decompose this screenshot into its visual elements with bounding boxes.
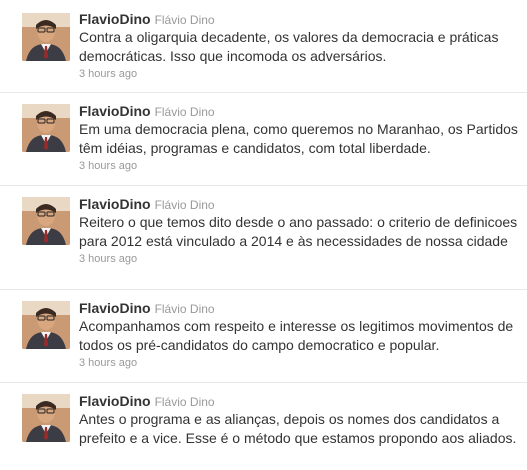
tweet-item: FlavioDino Flávio Dino Em uma democracia … <box>0 93 527 186</box>
tweet-content: FlavioDino Flávio Dino Reitero o que temo… <box>79 195 521 267</box>
screen-name-link[interactable]: FlavioDino <box>79 300 151 316</box>
timestamp-link[interactable]: 3 hours ago <box>79 252 521 267</box>
profile-photo-icon <box>22 13 70 61</box>
tweet-item: FlavioDino Flávio Dino Contra a oligarqui… <box>0 0 527 93</box>
tweet-text: Acompanhamos com respeito e interesse os… <box>79 318 514 353</box>
tweet-item: FlavioDino Flávio Dino Reitero o que temo… <box>0 186 527 290</box>
tweet-item: FlavioDino Flávio Dino Acompanhamos com r… <box>0 290 527 383</box>
profile-photo-icon <box>22 104 70 152</box>
tweet-content: FlavioDino Flávio Dino Antes o programa e… <box>79 392 521 448</box>
screen-name-link[interactable]: FlavioDino <box>79 103 151 119</box>
avatar[interactable] <box>22 394 70 442</box>
tweet-text: Em uma democracia plena, como queremos n… <box>79 121 518 156</box>
full-name: Flávio Dino <box>154 198 215 212</box>
profile-photo-icon <box>22 197 70 245</box>
avatar[interactable] <box>22 197 70 245</box>
timestamp-link[interactable]: 3 hours ago <box>79 67 521 82</box>
timestamp-link[interactable]: 3 hours ago <box>79 356 521 371</box>
profile-photo-icon <box>22 394 70 442</box>
tweet-text: Contra a oligarquia decadente, os valore… <box>79 29 499 64</box>
tweet-content: FlavioDino Flávio Dino Acompanhamos com r… <box>79 299 521 371</box>
tweet-header: FlavioDino Flávio Dino <box>79 392 521 410</box>
tweet-content: FlavioDino Flávio Dino Contra a oligarqui… <box>79 10 521 82</box>
full-name: Flávio Dino <box>154 105 215 119</box>
tweet-header: FlavioDino Flávio Dino <box>79 102 521 120</box>
full-name: Flávio Dino <box>154 395 215 409</box>
tweet-header: FlavioDino Flávio Dino <box>79 299 521 317</box>
tweet-content: FlavioDino Flávio Dino Em uma democracia … <box>79 102 521 174</box>
tweet-text: Reitero o que temos dito desde o ano pas… <box>79 214 518 249</box>
avatar[interactable] <box>22 13 70 61</box>
tweet-item: FlavioDino Flávio Dino Antes o programa e… <box>0 383 527 470</box>
tweet-header: FlavioDino Flávio Dino <box>79 10 521 28</box>
full-name: Flávio Dino <box>154 13 215 27</box>
timestamp-link[interactable]: 3 hours ago <box>79 159 521 174</box>
avatar[interactable] <box>22 104 70 152</box>
full-name: Flávio Dino <box>154 302 215 316</box>
screen-name-link[interactable]: FlavioDino <box>79 11 151 27</box>
tweet-timeline: FlavioDino Flávio Dino Contra a oligarqui… <box>0 0 527 470</box>
tweet-header: FlavioDino Flávio Dino <box>79 195 521 213</box>
profile-photo-icon <box>22 301 70 349</box>
avatar[interactable] <box>22 301 70 349</box>
screen-name-link[interactable]: FlavioDino <box>79 393 151 409</box>
tweet-text: Antes o programa e as alianças, depois o… <box>79 411 517 446</box>
screen-name-link[interactable]: FlavioDino <box>79 196 151 212</box>
